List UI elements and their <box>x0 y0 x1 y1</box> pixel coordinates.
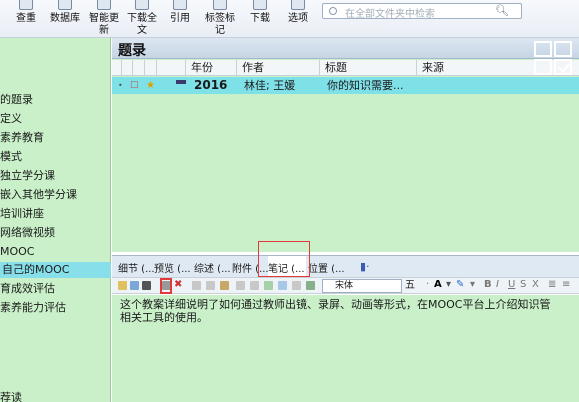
database-button[interactable]: 数据库 <box>45 0 85 38</box>
folder-sidebar: 的题录 定义 素养教育 模式 独立学分课 嵌入其他学分课 培训讲座 网络微视频 … <box>0 38 111 402</box>
scope-icon <box>329 7 337 15</box>
row-title: 你的知识需要... <box>327 79 404 92</box>
text-color-dropdown-icon[interactable]: ▾ <box>446 279 451 290</box>
table-row[interactable]: • □ ★ 2016 林佳; 王媛 你的知识需要... <box>112 77 579 94</box>
bold-icon[interactable]: B <box>484 279 492 290</box>
reference-panel: 题录 年份 作者 标题 来源 • □ ★ 2016 林佳; 王媛 你的知识需要.… <box>112 38 579 252</box>
sidebar-item-10[interactable]: 育成效评估 <box>0 281 111 297</box>
corner-logo-icon <box>534 41 572 75</box>
delete-note-icon[interactable]: ✖ <box>174 279 182 290</box>
bullet-list-icon[interactable]: ≣ <box>548 279 556 290</box>
panel-header: 题录 <box>112 38 579 59</box>
delete-highlight <box>160 278 172 294</box>
tab-summary[interactable]: 综述 (... <box>194 260 231 275</box>
sidebar-item-5[interactable]: 嵌入其他学分课 <box>0 187 111 203</box>
redo-icon[interactable] <box>250 281 259 290</box>
search-duplicate-icon <box>19 0 33 10</box>
cite-icon <box>173 0 187 10</box>
font-family-select[interactable]: 宋体 <box>322 279 402 293</box>
sidebar-item-0[interactable]: 的题录 <box>0 92 111 108</box>
insert-table-icon[interactable] <box>278 281 287 290</box>
search-field[interactable]: 在全部文件夹中检索 🔍︎ <box>322 3 522 20</box>
editor-toolbar: ✖ 宋体 五 · A ▾ ✎ ▾ B I U S X ≣ ≡ <box>112 277 579 294</box>
insert-image-icon[interactable] <box>264 281 273 290</box>
notes-tab-highlight <box>258 241 310 277</box>
note-editor[interactable]: 这个教案详细说明了如何通过教师出镜、录屏、动画等形式，在MOOC平台上介绍知识管… <box>112 295 579 402</box>
cut-icon[interactable] <box>192 281 201 290</box>
text-color-icon[interactable]: A <box>434 279 442 290</box>
tab-preview[interactable]: 预览 (... <box>154 260 191 275</box>
sidebar-item-12[interactable]: 荐读 <box>0 390 111 402</box>
download-fulltext-button[interactable]: 下载全 文 <box>124 0 160 38</box>
duplicate-check-button[interactable]: 查重 <box>11 0 41 38</box>
sidebar-item-4[interactable]: 独立学分课 <box>0 168 111 184</box>
panel-title: 题录 <box>118 43 146 59</box>
tag-icon <box>213 0 227 10</box>
download-icon <box>253 0 267 10</box>
undo-icon[interactable] <box>236 281 245 290</box>
insert-object-icon[interactable] <box>306 281 315 290</box>
sidebar-item-3[interactable]: 模式 <box>0 149 111 165</box>
star-icon[interactable]: ★ <box>146 77 155 94</box>
tab-location[interactable]: 位置 (... <box>308 260 345 275</box>
attachment-icon: □ <box>130 80 139 90</box>
search-placeholder: 在全部文件夹中检索 <box>345 9 435 20</box>
sidebar-item-2[interactable]: 素养教育 <box>0 130 111 146</box>
options-icon <box>291 0 305 10</box>
copy-icon[interactable] <box>206 281 215 290</box>
sidebar-item-9-selected[interactable]: 自己的MOOC <box>0 262 111 278</box>
detail-tabs: 细节 (... 预览 (... 综述 (... 附件 (... 笔记 (... … <box>112 255 579 278</box>
options-button[interactable]: 选项 <box>284 0 312 38</box>
column-header-year[interactable]: 年份 <box>185 60 235 76</box>
search-icon[interactable]: 🔍︎ <box>495 4 509 17</box>
sidebar-item-11[interactable]: 素养能力评估 <box>0 300 111 316</box>
print-note-icon[interactable] <box>142 281 151 290</box>
type-marker-icon <box>176 80 186 84</box>
column-header-author[interactable]: 作者 <box>236 60 318 76</box>
numbered-list-icon[interactable]: ≡ <box>562 279 570 290</box>
row-authors: 林佳; 王媛 <box>244 79 296 92</box>
sidebar-item-6[interactable]: 培训讲座 <box>0 206 111 222</box>
font-size-select[interactable]: 五 <box>405 279 425 293</box>
strikethrough-icon[interactable]: S <box>520 279 526 290</box>
highlight-dropdown-icon[interactable]: ▾ <box>470 279 475 290</box>
column-header-row: 年份 作者 标题 来源 <box>112 60 579 76</box>
tag-button[interactable]: 标签标 记 <box>202 0 238 38</box>
subscript-icon[interactable]: X <box>532 279 539 290</box>
open-note-icon[interactable] <box>130 281 139 290</box>
cite-button[interactable]: 引用 <box>166 0 194 38</box>
sidebar-item-1[interactable]: 定义 <box>0 111 111 127</box>
database-icon <box>58 0 72 10</box>
toolbar: 查重 数据库 智能更 新 下载全 文 引用 标签标 记 下载 选项 在全部文件夹… <box>0 0 579 38</box>
insert-link-icon[interactable] <box>292 281 301 290</box>
highlight-color-icon[interactable]: ✎ <box>456 279 464 290</box>
column-header-title[interactable]: 标题 <box>319 60 415 76</box>
row-year: 2016 <box>194 78 228 92</box>
italic-icon[interactable]: I <box>496 279 499 290</box>
paste-icon[interactable] <box>220 281 229 290</box>
sidebar-item-8[interactable]: MOOC <box>0 244 111 260</box>
tab-details[interactable]: 细节 (... <box>118 260 155 275</box>
download-fulltext-icon <box>135 0 149 10</box>
note-text: 这个教案详细说明了如何通过教师出镜、录屏、动画等形式，在MOOC平台上介绍知识管… <box>120 298 551 324</box>
column-header-source[interactable]: 来源 <box>416 60 486 76</box>
smart-update-button[interactable]: 智能更 新 <box>86 0 122 38</box>
read-status-dot-icon: • <box>118 81 123 90</box>
download-button[interactable]: 下载 <box>246 0 274 38</box>
underline-icon[interactable]: U <box>508 279 515 290</box>
tab-overflow-icon[interactable]: ▮· <box>360 260 370 273</box>
new-note-icon[interactable] <box>118 281 127 290</box>
sidebar-item-7[interactable]: 网络微视频 <box>0 225 111 241</box>
smart-update-icon <box>97 0 111 10</box>
